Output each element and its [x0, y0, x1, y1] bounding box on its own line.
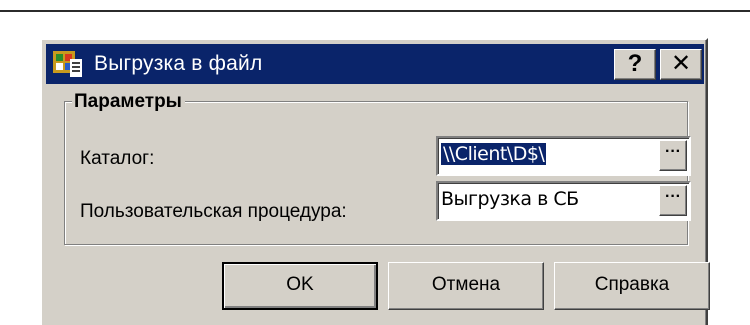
parameters-legend: Параметры [72, 91, 185, 113]
ellipsis-icon: ··· [665, 143, 681, 160]
procedure-label: Пользовательская процедура: [80, 201, 347, 222]
window-title: Выгрузка в файл [94, 52, 263, 75]
ellipsis-icon: ··· [665, 188, 681, 205]
close-icon: ✕ [670, 50, 692, 77]
catalog-field[interactable]: \\Client\D$\ ··· [436, 136, 691, 176]
catalog-browse-button[interactable]: ··· [659, 140, 687, 171]
procedure-field[interactable]: Выгрузка в СБ ··· [436, 181, 691, 221]
ok-button[interactable]: OK [222, 262, 378, 310]
procedure-value: Выгрузка в СБ [441, 188, 579, 210]
procedure-browse-button[interactable]: ··· [659, 185, 687, 216]
app-icon [53, 51, 82, 77]
catalog-label: Каталог: [80, 148, 155, 169]
catalog-value: \\Client\D$\ [441, 143, 547, 165]
title-bar[interactable]: Выгрузка в файл ? ✕ [46, 44, 704, 84]
help-button[interactable]: Справка [554, 262, 710, 310]
help-title-button[interactable]: ? [614, 49, 656, 80]
cancel-button[interactable]: Отмена [388, 262, 544, 310]
export-dialog: Выгрузка в файл ? ✕ Параметры Каталог: \… [40, 38, 710, 325]
question-icon: ? [627, 50, 643, 77]
close-button[interactable]: ✕ [660, 49, 702, 80]
top-divider [0, 10, 750, 12]
